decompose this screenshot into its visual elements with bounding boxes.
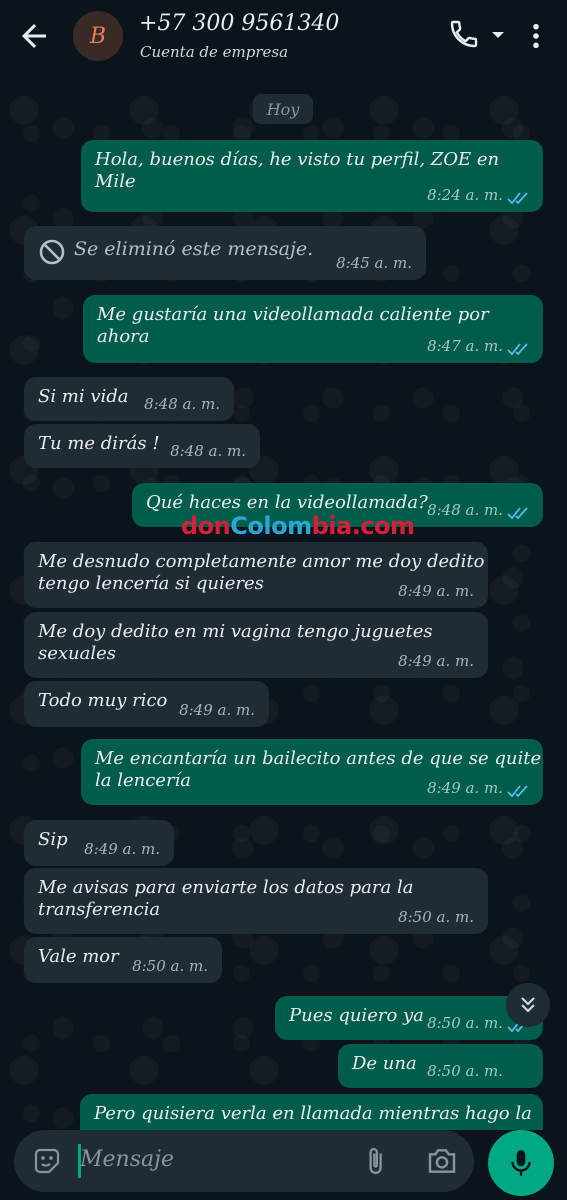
mic-icon xyxy=(511,1150,531,1176)
message-time: 8:50 a. m. xyxy=(427,1014,503,1032)
message-incoming[interactable]: Vale mor 8:50 a. m. xyxy=(24,937,222,983)
mic-button[interactable] xyxy=(488,1130,554,1196)
message-time: 8:49 a. m. xyxy=(398,652,474,670)
message-time: 8:45 a. m. xyxy=(336,254,412,272)
message-incoming-deleted[interactable]: Se eliminó este mensaje. 8:45 a. m. xyxy=(24,226,426,280)
message-text: Pues quiero ya xyxy=(289,1005,424,1026)
message-text: Tu me dirás ! xyxy=(38,433,160,454)
message-time: 8:49 a. m. xyxy=(179,701,255,719)
message-incoming[interactable]: Sip 8:49 a. m. xyxy=(24,820,174,866)
read-ticks-icon xyxy=(507,785,528,798)
date-chip: Hoy xyxy=(253,94,313,124)
watermark-part: bia.com xyxy=(311,512,415,540)
message-time: 8:49 a. m. xyxy=(84,840,160,858)
message-text: Si mi vida xyxy=(38,386,129,407)
message-time: 8:48 a. m. xyxy=(170,442,246,460)
message-incoming[interactable]: Me doy dedito en mi vagina tengo juguete… xyxy=(24,612,488,678)
message-text: Todo muy rico xyxy=(38,690,168,711)
read-ticks-icon xyxy=(507,507,528,520)
more-vert-icon[interactable] xyxy=(526,22,546,50)
message-time: 8:49 a. m. xyxy=(427,779,503,797)
double-chevron-down-icon xyxy=(521,997,535,1013)
message-input[interactable]: Mensaje xyxy=(14,1130,474,1192)
back-arrow-icon[interactable] xyxy=(16,18,52,54)
chat-header: B +57 300 9561340 Cuenta de empresa xyxy=(0,0,567,74)
message-time: 8:48 a. m. xyxy=(144,395,220,413)
watermark: donColombia.com xyxy=(181,512,415,540)
contact-name[interactable]: +57 300 9561340 xyxy=(139,11,339,36)
message-outgoing[interactable]: Pero quisiera verla en llamada mientras … xyxy=(80,1094,543,1130)
avatar[interactable]: B xyxy=(73,11,123,61)
message-outgoing[interactable]: Pues quiero ya 8:50 a. m. xyxy=(275,996,543,1040)
camera-icon[interactable] xyxy=(426,1146,458,1176)
message-text: Me doy dedito en mi vagina tengo juguete… xyxy=(38,621,433,664)
phone-icon[interactable] xyxy=(448,18,480,50)
message-placeholder: Mensaje xyxy=(80,1147,174,1172)
message-time: 8:47 a. m. xyxy=(427,337,503,355)
message-time: 8:50 a. m. xyxy=(398,908,474,926)
watermark-part: Colom xyxy=(230,512,312,540)
message-text: Vale mor xyxy=(38,946,119,967)
message-time: 8:49 a. m. xyxy=(398,582,474,600)
message-time: 8:50 a. m. xyxy=(132,957,208,975)
message-incoming[interactable]: Todo muy rico 8:49 a. m. xyxy=(24,681,269,727)
sticker-icon[interactable] xyxy=(32,1146,62,1176)
read-ticks-icon xyxy=(507,343,528,356)
message-text: Se eliminó este mensaje. xyxy=(74,238,314,260)
message-incoming[interactable]: Me desnudo completamente amor me doy ded… xyxy=(24,542,488,608)
message-incoming[interactable]: Me avisas para enviarte los datos para l… xyxy=(24,868,488,934)
message-outgoing[interactable]: Me gustaría una videollamada caliente po… xyxy=(83,295,543,363)
scroll-to-bottom-button[interactable] xyxy=(506,983,550,1027)
message-text: Qué haces en la videollamada? xyxy=(146,492,428,513)
read-ticks-icon xyxy=(507,192,528,205)
message-outgoing[interactable]: Me encantaría un bailecito antes de que … xyxy=(81,739,543,805)
message-outgoing[interactable]: Hola, buenos días, he visto tu perfil, Z… xyxy=(81,140,543,212)
message-text: Me avisas para enviarte los datos para l… xyxy=(38,877,414,920)
message-time: 8:48 a. m. xyxy=(427,501,503,519)
dropdown-icon[interactable] xyxy=(490,28,506,42)
message-time: 8:50 a. m. xyxy=(427,1062,503,1080)
watermark-part: don xyxy=(181,512,231,540)
attach-icon[interactable] xyxy=(360,1145,390,1177)
chat-area[interactable]: Hoy Hola, buenos días, he visto tu perfi… xyxy=(0,74,567,1130)
composer: Mensaje xyxy=(0,1130,567,1200)
message-incoming[interactable]: Si mi vida 8:48 a. m. xyxy=(24,377,234,421)
message-text: De una xyxy=(352,1053,417,1074)
contact-subtitle: Cuenta de empresa xyxy=(140,43,289,61)
blocked-icon xyxy=(39,239,65,265)
message-text: Sip xyxy=(38,829,68,850)
message-outgoing[interactable]: De una 8:50 a. m. xyxy=(338,1044,543,1088)
message-text: Pero quisiera verla en llamada mientras … xyxy=(94,1103,532,1124)
message-time: 8:24 a. m. xyxy=(427,186,503,204)
message-incoming[interactable]: Tu me dirás ! 8:48 a. m. xyxy=(24,424,260,468)
